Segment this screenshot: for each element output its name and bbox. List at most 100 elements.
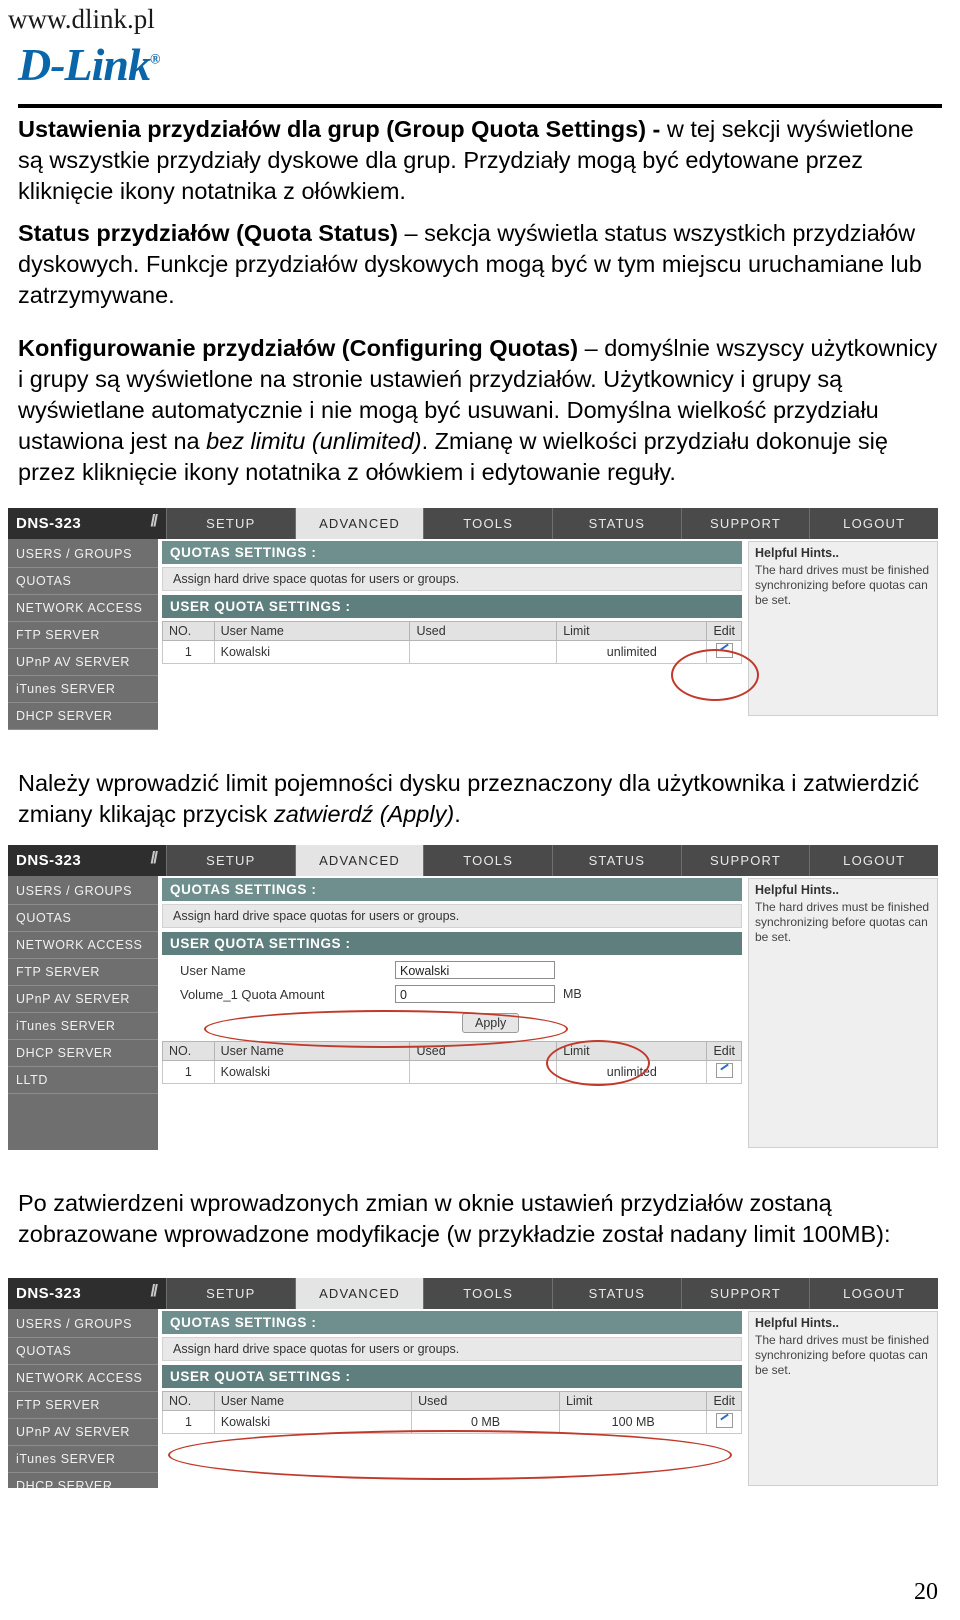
tab-advanced[interactable]: ADVANCED (294, 508, 424, 539)
tab-setup-3[interactable]: SETUP (166, 1278, 295, 1309)
sidebar-item-itunes-server[interactable]: iTunes SERVER (8, 676, 158, 703)
tab-setup[interactable]: SETUP (166, 508, 295, 539)
paragraph-3-italic: bez limitu (unlimited) (206, 428, 422, 454)
device-body: USERS / GROUPS QUOTAS NETWORK ACCESS FTP… (8, 539, 938, 730)
paragraph-4-text-a: Należy wprowadzić limit pojemności dysku… (18, 770, 920, 827)
cell-used (409, 640, 558, 664)
brand-slashes-icon-2: // (150, 848, 159, 867)
paragraph-4-italic: zatwierdź (Apply) (273, 801, 455, 827)
sidebar-item-network-access-2[interactable]: NETWORK ACCESS (8, 932, 158, 959)
sidebar-item-ftp-server[interactable]: FTP SERVER (8, 622, 158, 649)
sidebar-item-users-groups-3[interactable]: USERS / GROUPS (8, 1311, 158, 1338)
cell-edit-2[interactable] (706, 1060, 742, 1084)
tab-advanced-3[interactable]: ADVANCED (294, 1278, 424, 1309)
quotas-settings-title-2: QUOTAS SETTINGS : (162, 878, 742, 901)
helpful-hints-panel: Helpful Hints.. The hard drives must be … (748, 541, 938, 716)
cell-edit-3[interactable] (706, 1410, 742, 1434)
tab-logout-2[interactable]: LOGOUT (809, 845, 939, 876)
edit-pencil-icon[interactable] (715, 643, 733, 658)
user-quota-settings-title-3: USER QUOTA SETTINGS : (162, 1365, 742, 1388)
sidebar-item-network-access[interactable]: NETWORK ACCESS (8, 595, 158, 622)
table-header-row-2: NO. User Name Used Limit Edit (162, 1041, 742, 1061)
sidebar-item-quotas-3[interactable]: QUOTAS (8, 1338, 158, 1365)
sidebar-3: USERS / GROUPS QUOTAS NETWORK ACCESS FTP… (8, 1309, 158, 1488)
cell-used-2 (409, 1060, 558, 1084)
input-user-name[interactable]: Kowalski (395, 961, 555, 979)
tab-setup-2[interactable]: SETUP (166, 845, 295, 876)
logo-text: D-Link (18, 39, 151, 90)
cell-user-name: Kowalski (213, 640, 411, 664)
tab-tools[interactable]: TOOLS (423, 508, 553, 539)
th-used: Used (409, 621, 558, 641)
quotas-settings-desc-2: Assign hard drive space quotas for users… (162, 904, 742, 928)
paragraph-3: Konfigurowanie przydziałów (Configuring … (18, 333, 942, 488)
user-quota-settings-title-2: USER QUOTA SETTINGS : (162, 932, 742, 955)
input-volume-quota-amount[interactable]: 0 (395, 985, 555, 1003)
sidebar-item-upnp-av-server[interactable]: UPnP AV SERVER (8, 649, 158, 676)
th-no: NO. (162, 621, 215, 641)
label-user-name: User Name (180, 962, 246, 978)
sidebar-item-upnp-av-server-3[interactable]: UPnP AV SERVER (8, 1419, 158, 1446)
sidebar-2: USERS / GROUPS QUOTAS NETWORK ACCESS FTP… (8, 876, 158, 1150)
sidebar-item-upnp-av-server-2[interactable]: UPnP AV SERVER (8, 986, 158, 1013)
cell-user-name-3: Kowalski (213, 1410, 413, 1434)
apply-button[interactable]: Apply (462, 1013, 520, 1033)
paragraph-1: Ustawienia przydziałów dla grup (Group Q… (18, 114, 942, 207)
tab-tools-2[interactable]: TOOLS (423, 845, 553, 876)
cell-no: 1 (162, 640, 215, 664)
sidebar-item-dhcp-server-3[interactable]: DHCP SERVER (8, 1473, 158, 1488)
device-brand-2: DNS-323 // (8, 845, 166, 876)
sidebar-item-network-access-3[interactable]: NETWORK ACCESS (8, 1365, 158, 1392)
sidebar-item-lltd[interactable]: LLTD (8, 1067, 158, 1094)
sidebar-item-users-groups[interactable]: USERS / GROUPS (8, 541, 158, 568)
th-used-2: Used (409, 1041, 558, 1061)
nav-tabs-2: SETUP ADVANCED TOOLS STATUS SUPPORT LOGO… (166, 845, 939, 876)
paragraph-1-bold: Ustawienia przydziałów dla grup (Group Q… (18, 116, 661, 142)
cell-edit[interactable] (706, 640, 742, 664)
th-user-name: User Name (213, 621, 411, 641)
tab-advanced-2[interactable]: ADVANCED (294, 845, 424, 876)
sidebar-item-itunes-server-3[interactable]: iTunes SERVER (8, 1446, 158, 1473)
hints-body-3: The hard drives must be finished synchro… (755, 1333, 930, 1377)
device-topbar-2: DNS-323 // SETUP ADVANCED TOOLS STATUS S… (8, 845, 939, 876)
sidebar-item-quotas[interactable]: QUOTAS (8, 568, 158, 595)
sidebar-item-dhcp-server-2[interactable]: DHCP SERVER (8, 1040, 158, 1067)
nav-tabs-3: SETUP ADVANCED TOOLS STATUS SUPPORT LOGO… (166, 1278, 938, 1309)
cell-no-2: 1 (162, 1060, 215, 1084)
sidebar-item-ftp-server-2[interactable]: FTP SERVER (8, 959, 158, 986)
form-row-username: User Name Kowalski (180, 961, 742, 979)
edit-pencil-icon-3[interactable] (715, 1413, 733, 1428)
device-body-3: USERS / GROUPS QUOTAS NETWORK ACCESS FTP… (8, 1309, 938, 1488)
tab-support-3[interactable]: SUPPORT (680, 1278, 810, 1309)
tab-tools-3[interactable]: TOOLS (423, 1278, 553, 1309)
device-brand-label-2: DNS-323 (16, 852, 82, 869)
cell-used-3: 0 MB (411, 1410, 560, 1434)
cell-no-3: 1 (162, 1410, 215, 1434)
device-topbar-3: DNS-323 // SETUP ADVANCED TOOLS STATUS S… (8, 1278, 938, 1309)
brand-slashes-icon: // (150, 511, 159, 530)
sidebar-item-users-groups-2[interactable]: USERS / GROUPS (8, 878, 158, 905)
sidebar: USERS / GROUPS QUOTAS NETWORK ACCESS FTP… (8, 539, 158, 730)
sidebar-item-dhcp-server[interactable]: DHCP SERVER (8, 703, 158, 730)
dlink-logo: D-Link® (18, 39, 161, 90)
brand-slashes-icon-3: // (150, 1281, 159, 1300)
tab-status[interactable]: STATUS (552, 508, 681, 539)
edit-pencil-icon-2[interactable] (715, 1063, 733, 1078)
sidebar-item-itunes-server-2[interactable]: iTunes SERVER (8, 1013, 158, 1040)
paragraph-5: Po zatwierdzeni wprowadzonych zmian w ok… (18, 1188, 942, 1250)
table-header-row-3: NO. User Name Used Limit Edit (162, 1391, 742, 1411)
tab-support[interactable]: SUPPORT (680, 508, 810, 539)
tab-status-2[interactable]: STATUS (552, 845, 681, 876)
th-limit-2: Limit (556, 1041, 708, 1061)
tab-support-2[interactable]: SUPPORT (680, 845, 810, 876)
sidebar-item-ftp-server-3[interactable]: FTP SERVER (8, 1392, 158, 1419)
tab-status-3[interactable]: STATUS (552, 1278, 681, 1309)
nav-tabs: SETUP ADVANCED TOOLS STATUS SUPPORT LOGO… (166, 508, 939, 539)
header-divider (18, 104, 942, 108)
tab-logout[interactable]: LOGOUT (809, 508, 939, 539)
sidebar-item-quotas-2[interactable]: QUOTAS (8, 905, 158, 932)
tab-logout-3[interactable]: LOGOUT (809, 1278, 938, 1309)
hints-body: The hard drives must be finished synchro… (755, 563, 930, 607)
content-area: QUOTAS SETTINGS : Assign hard drive spac… (162, 541, 742, 716)
cell-limit: unlimited (556, 640, 708, 664)
